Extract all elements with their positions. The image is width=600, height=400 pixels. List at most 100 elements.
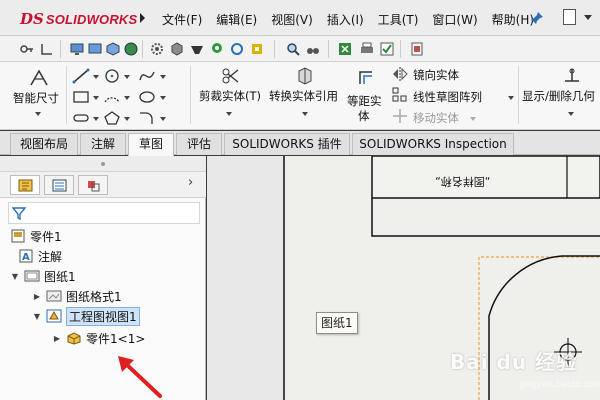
check-icon[interactable] xyxy=(380,42,394,56)
chevron-right-icon[interactable]: › xyxy=(188,175,193,190)
trim-entities-label[interactable]: 剪裁实体(T) xyxy=(199,88,261,104)
tree-item-drawing-view[interactable]: ▼ 工程图视图1 xyxy=(32,306,140,326)
menu-insert[interactable]: 插入(I) xyxy=(321,8,370,31)
tree-label: 图纸格式1 xyxy=(66,289,122,304)
tree-filter-box[interactable] xyxy=(8,202,200,224)
pin-icon[interactable] xyxy=(530,11,544,25)
bowl-icon[interactable] xyxy=(190,42,204,56)
tree-item-sheet[interactable]: ▼ 图纸1 xyxy=(10,267,76,285)
ellipse-icon[interactable] xyxy=(138,89,156,105)
menu-tools[interactable]: 工具(T) xyxy=(372,8,425,31)
rectangle-icon[interactable] xyxy=(72,89,90,105)
globe-icon[interactable] xyxy=(124,42,138,56)
zoom-icon[interactable] xyxy=(286,42,300,56)
display-delete-relations-icon[interactable] xyxy=(562,66,582,86)
plugin-icon[interactable] xyxy=(250,42,264,56)
line-icon[interactable] xyxy=(72,68,90,84)
logo-menu-arrow-icon[interactable] xyxy=(140,13,145,23)
solidworks-logo[interactable]: DS SOLIDWORKS xyxy=(20,9,137,29)
linear-pattern-dropdown-icon[interactable] xyxy=(508,96,514,100)
gear-icon[interactable] xyxy=(150,42,164,56)
smart-dimension-label[interactable]: 智能尺寸 xyxy=(13,90,59,106)
menu-view[interactable]: 视图(V) xyxy=(265,8,319,31)
menu-edit[interactable]: 编辑(E) xyxy=(210,8,263,31)
panel-handle[interactable] xyxy=(0,156,206,172)
tab-solidworks-addins[interactable]: SOLIDWORKS 插件 xyxy=(224,133,350,155)
tree-item-root-part[interactable]: 零件1 xyxy=(10,227,62,245)
trim-dropdown-icon[interactable] xyxy=(226,112,232,116)
property-list-icon xyxy=(52,179,67,192)
sheet-format-icon xyxy=(46,290,62,302)
spline-dropdown-icon[interactable] xyxy=(160,75,166,79)
menu-window[interactable]: 窗口(W) xyxy=(426,8,483,31)
monitor-icon[interactable] xyxy=(70,42,84,56)
arc-icon[interactable] xyxy=(103,89,121,105)
circle-icon[interactable] xyxy=(103,68,121,84)
expand-right-icon[interactable]: ▶ xyxy=(52,334,62,343)
sheet-icon xyxy=(24,270,40,282)
binoculars-icon[interactable] xyxy=(306,42,320,56)
printer-icon[interactable] xyxy=(360,42,374,56)
offset-entities-label-line1[interactable]: 等距实 xyxy=(347,93,382,109)
offset-entities-icon[interactable] xyxy=(356,66,376,88)
ellipse-dropdown-icon[interactable] xyxy=(160,96,166,100)
expand-down-icon[interactable]: ▼ xyxy=(32,312,42,321)
tab-view-layout[interactable]: 视图布局 xyxy=(10,133,78,155)
app-name: SOLIDWORKS xyxy=(45,11,138,27)
new-document-dropdown-icon[interactable] xyxy=(584,15,592,20)
part-icon[interactable] xyxy=(170,42,184,56)
new-document-icon[interactable] xyxy=(563,9,576,25)
location-icon[interactable] xyxy=(210,42,224,56)
angle-icon[interactable] xyxy=(40,42,54,56)
smart-dimension-icon[interactable] xyxy=(28,68,50,88)
menu-file[interactable]: 文件(F) xyxy=(156,8,208,31)
slot-dropdown-icon[interactable] xyxy=(93,117,99,121)
convert-entities-label[interactable]: 转换实体引用 xyxy=(269,88,338,104)
property-manager-tab[interactable] xyxy=(44,175,74,195)
display-delete-relations-label[interactable]: 显示/删除几何 xyxy=(522,88,595,104)
tab-evaluate[interactable]: 评估 xyxy=(176,133,222,155)
linear-pattern-label[interactable]: 线性草图阵列 xyxy=(413,89,482,105)
tab-sketch[interactable]: 草图 xyxy=(128,133,174,156)
offset-entities-label-line2[interactable]: 体 xyxy=(358,108,370,124)
trim-entities-icon[interactable] xyxy=(220,66,240,86)
rectangle-dropdown-icon[interactable] xyxy=(93,96,99,100)
configuration-manager-tab[interactable] xyxy=(78,175,108,195)
sheet-tooltip: 图纸1 xyxy=(316,312,358,334)
relations-dropdown-icon[interactable] xyxy=(568,112,574,116)
feature-manager-tab[interactable] xyxy=(10,175,40,195)
polygon-icon[interactable] xyxy=(103,110,121,126)
slot-icon[interactable] xyxy=(72,110,90,126)
tab-solidworks-inspection[interactable]: SOLIDWORKS Inspection xyxy=(352,133,514,155)
fillet-icon[interactable] xyxy=(138,110,156,126)
tree-item-annotations[interactable]: A 注解 xyxy=(18,247,62,265)
view-cube-icon[interactable] xyxy=(106,42,120,56)
convert-dropdown-icon[interactable] xyxy=(302,112,308,116)
fillet-dropdown-icon[interactable] xyxy=(160,117,166,121)
sheet-inner-frame xyxy=(371,198,600,237)
key-icon[interactable] xyxy=(20,42,34,56)
mirror-entities-icon[interactable] xyxy=(392,66,408,82)
linear-pattern-icon[interactable] xyxy=(392,87,408,103)
convert-entities-icon[interactable] xyxy=(295,66,315,86)
filter-icon[interactable] xyxy=(12,206,26,220)
circle-dropdown-icon[interactable] xyxy=(124,75,130,79)
expand-down-icon[interactable]: ▼ xyxy=(10,272,20,281)
tree-item-sheet-format[interactable]: ▶ 图纸格式1 xyxy=(32,287,122,305)
tree-item-part-instance[interactable]: ▶ 零件1<1> xyxy=(52,329,145,347)
tab-annotation[interactable]: 注解 xyxy=(80,133,126,155)
line-dropdown-icon[interactable] xyxy=(93,75,99,79)
rotate-icon[interactable] xyxy=(230,42,244,56)
arc-dropdown-icon[interactable] xyxy=(124,96,130,100)
toolbar-separator xyxy=(274,40,275,58)
polygon-dropdown-icon[interactable] xyxy=(124,117,130,121)
spline-icon[interactable] xyxy=(138,68,156,84)
display-icon[interactable] xyxy=(88,42,102,56)
red-pointer-arrow-icon xyxy=(118,356,162,398)
expand-right-icon[interactable]: ▶ xyxy=(32,292,42,301)
menu-bar: 文件(F) 编辑(E) 视图(V) 插入(I) 工具(T) 窗口(W) 帮助(H… xyxy=(156,8,542,31)
mirror-entities-label[interactable]: 镜向实体 xyxy=(413,67,459,83)
smart-dimension-dropdown-icon[interactable] xyxy=(35,112,41,116)
excel-icon[interactable] xyxy=(338,42,352,56)
report-icon[interactable] xyxy=(410,42,424,56)
